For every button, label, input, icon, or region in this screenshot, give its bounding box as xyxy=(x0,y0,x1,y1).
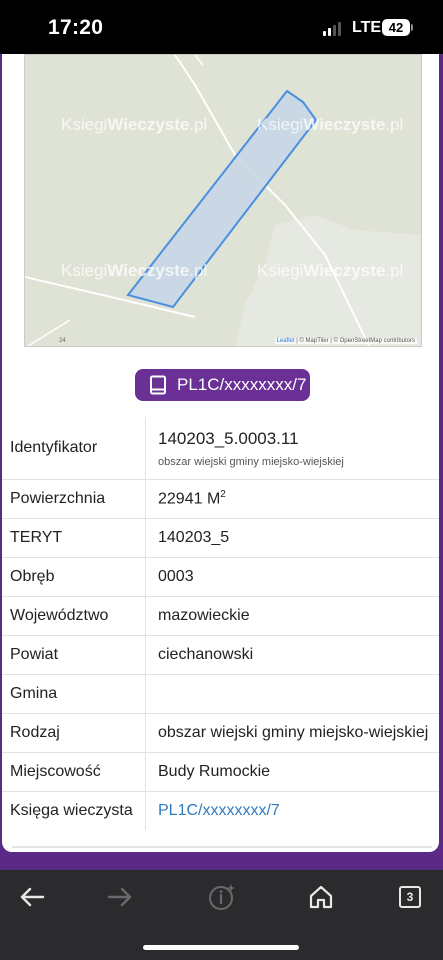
row-value: ciechanowski xyxy=(158,646,254,663)
map-scale-label: 24 xyxy=(59,338,66,344)
watermark-part: Ksiegi xyxy=(61,261,108,280)
watermark-part: .pl xyxy=(385,115,404,134)
identifier-subtext: obszar wiejski gminy miejsko-wiejskiej xyxy=(158,455,344,468)
row-value: 140203_5 xyxy=(158,529,230,546)
row-label: Identyfikator xyxy=(2,417,146,479)
map-watermark: KsiegiWieczyste.pl xyxy=(257,115,403,135)
table-row: Księga wieczysta PL1C/xxxxxxxx/7 xyxy=(2,791,439,830)
map-clearing xyxy=(235,215,421,346)
row-label: Miejscowość xyxy=(2,753,146,791)
area-unit-exponent: 2 xyxy=(220,489,226,501)
land-register-button-label: PL1C/xxxxxxxx/7 xyxy=(177,375,307,394)
row-value: 22941 M2 xyxy=(146,480,439,518)
row-value: 0003 xyxy=(158,568,194,585)
table-row: Powiat ciechanowski xyxy=(2,635,439,674)
land-register-button[interactable]: PL1C/xxxxxxxx/7 xyxy=(135,369,310,401)
map-attribution: Leaflet | © MapTiler | © OpenStreetMap c… xyxy=(274,338,417,344)
row-label: Obręb xyxy=(2,558,146,596)
table-row: TERYT 140203_5 xyxy=(2,518,439,557)
row-value: mazowieckie xyxy=(158,607,250,624)
watermark-part: Wieczyste xyxy=(303,261,386,280)
parcel-map[interactable]: KsiegiWieczyste.pl KsiegiWieczyste.pl Ks… xyxy=(24,54,422,347)
row-label: Powierzchnia xyxy=(2,480,146,518)
area-value: 22941 M2 xyxy=(158,489,439,508)
parcel-card: KsiegiWieczyste.pl KsiegiWieczyste.pl Ks… xyxy=(2,54,439,852)
row-value: 140203_5.0003.11 obszar wiejski gminy mi… xyxy=(146,417,439,479)
status-time: 17:20 xyxy=(48,16,104,39)
map-watermark: KsiegiWieczyste.pl xyxy=(61,261,207,281)
table-row: Identyfikator 140203_5.0003.11 obszar wi… xyxy=(2,417,439,479)
area-number: 22941 M xyxy=(158,490,221,508)
identifier-value: 140203_5.0003.11 xyxy=(158,428,299,448)
watermark-part: Ksiegi xyxy=(61,115,108,134)
watermark-part: .pl xyxy=(189,261,208,280)
attribution-text: | © MapTiler | © OpenStreetMap contribut… xyxy=(294,338,415,344)
page-info-button[interactable] xyxy=(202,882,242,912)
signal-icon xyxy=(323,22,341,36)
network-type: LTE xyxy=(352,19,382,36)
map-watermark: KsiegiWieczyste.pl xyxy=(61,115,207,135)
watermark-part: .pl xyxy=(385,261,404,280)
forward-button[interactable] xyxy=(100,882,140,912)
table-row: Miejscowość Budy Rumockie xyxy=(2,752,439,791)
map-watermark: KsiegiWieczyste.pl xyxy=(257,261,403,281)
home-icon xyxy=(309,885,333,909)
parcel-details-table: Identyfikator 140203_5.0003.11 obszar wi… xyxy=(2,417,439,830)
row-label: Województwo xyxy=(2,597,146,635)
row-value: Budy Rumockie xyxy=(158,763,271,780)
home-button[interactable] xyxy=(301,882,341,912)
watermark-part: Wieczyste xyxy=(303,115,386,134)
map-road xyxy=(194,55,204,66)
arrow-right-icon xyxy=(107,887,132,907)
battery-icon: 42 xyxy=(382,19,410,36)
row-label: Powiat xyxy=(2,636,146,674)
watermark-part: Ksiegi xyxy=(257,261,304,280)
row-label: Księga wieczysta xyxy=(2,792,146,830)
tab-count: 3 xyxy=(406,890,414,904)
watermark-part: Wieczyste xyxy=(107,261,190,280)
table-row: Województwo mazowieckie xyxy=(2,596,439,635)
battery-tip xyxy=(411,24,413,31)
info-sparkle-icon xyxy=(209,884,235,910)
home-indicator xyxy=(143,945,299,950)
status-bar: 17:20 LTE 42 xyxy=(0,0,443,54)
leaflet-link[interactable]: Leaflet xyxy=(277,338,295,344)
table-row: Rodzaj obszar wiejski gminy miejsko-wiej… xyxy=(2,713,439,752)
tabs-icon: 3 xyxy=(399,886,421,908)
tabs-button[interactable]: 3 xyxy=(390,882,430,912)
row-value: obszar wiejski gminy miejsko-wiejskiej xyxy=(158,724,429,741)
arrow-left-icon xyxy=(20,887,45,907)
back-button[interactable] xyxy=(12,882,52,912)
map-canvas xyxy=(25,55,421,346)
table-row: Gmina xyxy=(2,674,439,713)
land-register-link[interactable]: PL1C/xxxxxxxx/7 xyxy=(146,792,439,830)
watermark-part: .pl xyxy=(189,115,208,134)
table-row: Powierzchnia 22941 M2 xyxy=(2,479,439,518)
book-icon xyxy=(150,375,166,395)
battery-level: 42 xyxy=(388,20,404,35)
table-row: Obręb 0003 xyxy=(2,557,439,596)
row-value xyxy=(146,675,439,713)
row-label: Gmina xyxy=(2,675,146,713)
row-label: TERYT xyxy=(2,519,146,557)
watermark-part: Ksiegi xyxy=(257,115,304,134)
watermark-part: Wieczyste xyxy=(107,115,190,134)
row-label: Rodzaj xyxy=(2,714,146,752)
card-divider xyxy=(12,846,432,848)
